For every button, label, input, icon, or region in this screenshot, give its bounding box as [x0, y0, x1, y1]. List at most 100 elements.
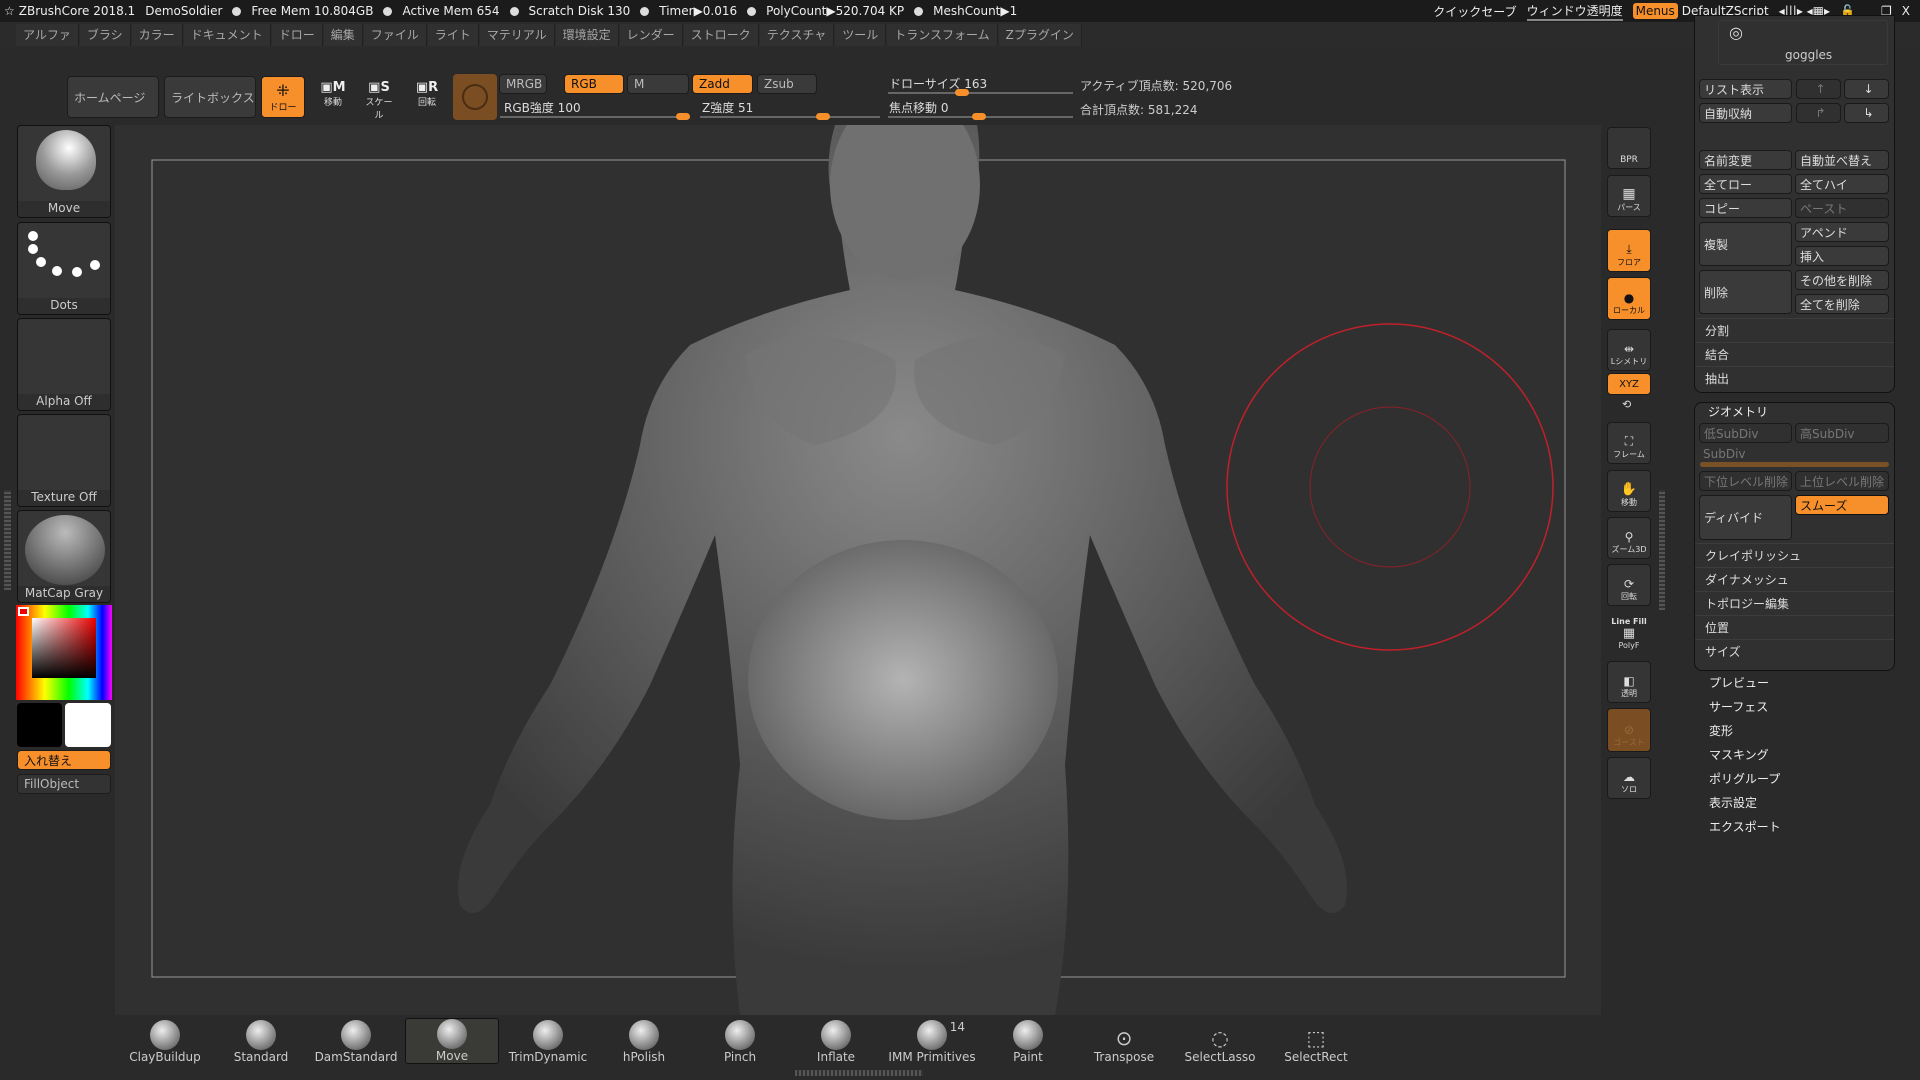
- menu-alpha[interactable]: アルファ: [16, 24, 79, 46]
- brush-damstandard[interactable]: DamStandard: [309, 1018, 403, 1064]
- menu-transform[interactable]: トランスフォーム: [887, 24, 998, 46]
- polyframe-button[interactable]: Line Fill ▦ PolyF: [1607, 611, 1651, 653]
- local-button[interactable]: ● ローカル: [1607, 277, 1651, 320]
- menu-color[interactable]: カラー: [131, 24, 183, 46]
- divide-button[interactable]: ディバイド: [1699, 495, 1792, 540]
- material-selector[interactable]: MatCap Gray: [17, 510, 111, 603]
- lsym-button[interactable]: ⇹ Lシメトリ: [1607, 329, 1651, 371]
- brush-selectlasso[interactable]: ◌ SelectLasso: [1173, 1018, 1267, 1064]
- dynamesh-menu[interactable]: ダイナメッシュ: [1695, 567, 1894, 591]
- geometry-title[interactable]: ジオメトリ: [1708, 403, 1768, 420]
- paste-button[interactable]: ペースト: [1795, 198, 1889, 218]
- all-low-button[interactable]: 全てロー: [1699, 174, 1792, 194]
- lightbox-button[interactable]: ライトボックス: [164, 76, 256, 118]
- move-out-button[interactable]: ↳: [1844, 103, 1889, 123]
- stroke-selector[interactable]: Dots: [17, 222, 111, 315]
- texture-selector[interactable]: Texture Off: [17, 414, 111, 507]
- zsub-button[interactable]: Zsub: [757, 74, 817, 94]
- move-up-button[interactable]: ↑: [1796, 79, 1841, 99]
- quicksave-button[interactable]: クイックセーブ: [1433, 3, 1516, 20]
- move-mode-button[interactable]: ▣M 移動: [318, 80, 348, 116]
- material-sphere-button[interactable]: [453, 74, 497, 120]
- delete-all-button[interactable]: 全てを削除: [1795, 294, 1889, 314]
- position-menu[interactable]: 位置: [1695, 615, 1894, 639]
- brush-imm-primitives[interactable]: IMM Primitives 14: [885, 1018, 979, 1064]
- list-view-button[interactable]: リスト表示: [1699, 79, 1792, 99]
- delete-lower-button[interactable]: 下位レベル削除: [1699, 471, 1792, 491]
- size-menu[interactable]: サイズ: [1695, 639, 1894, 663]
- zoom3d-button[interactable]: ⚲ ズーム3D: [1607, 517, 1651, 559]
- brush-selectrect[interactable]: ⬚ SelectRect: [1269, 1018, 1363, 1064]
- append-button[interactable]: アペンド: [1795, 222, 1889, 242]
- primary-color-swatch[interactable]: [17, 703, 62, 747]
- menu-preferences[interactable]: 環境設定: [555, 24, 619, 46]
- surface-menu[interactable]: サーフェス: [1695, 695, 1894, 719]
- delete-higher-button[interactable]: 上位レベル削除: [1795, 471, 1889, 491]
- brush-trimdynamic[interactable]: TrimDynamic: [501, 1018, 595, 1064]
- rotate-mode-button[interactable]: ▣R 回転: [412, 80, 442, 116]
- focal-shift-slider[interactable]: [888, 113, 1073, 120]
- auto-reorder-button[interactable]: 自動並べ替え: [1795, 150, 1889, 170]
- xyz-rotate-button[interactable]: XYZ: [1607, 373, 1651, 395]
- fill-object-button[interactable]: FillObject: [17, 774, 111, 794]
- brush-selector[interactable]: Move: [17, 125, 111, 218]
- ghost-button[interactable]: ⊘ ゴースト: [1607, 708, 1651, 752]
- subdiv-slider[interactable]: [1700, 462, 1889, 467]
- brush-move[interactable]: Move: [405, 1018, 499, 1064]
- right-tray-handle[interactable]: [1659, 490, 1665, 610]
- menu-document[interactable]: ドキュメント: [183, 24, 271, 46]
- solo-button[interactable]: ☁ ソロ: [1607, 757, 1651, 799]
- draw-size-slider[interactable]: [888, 89, 1073, 96]
- swap-colors-button[interactable]: 入れ替え: [17, 750, 111, 770]
- frame-button[interactable]: ⛶ フレーム: [1607, 422, 1651, 464]
- brush-transpose[interactable]: ⊙ Transpose: [1077, 1018, 1171, 1064]
- menu-draw[interactable]: ドロー: [271, 24, 323, 46]
- brush-standard[interactable]: Standard: [214, 1018, 308, 1064]
- move-view-button[interactable]: ✋ 移動: [1607, 470, 1651, 512]
- extract-menu[interactable]: 抽出: [1695, 366, 1894, 390]
- y-rotate-icon[interactable]: ⟲: [1622, 398, 1631, 411]
- merge-menu[interactable]: 結合: [1695, 342, 1894, 366]
- menu-edit[interactable]: 編集: [323, 24, 363, 46]
- rotate-view-button[interactable]: ⟳ 回転: [1607, 564, 1651, 606]
- rgb-button[interactable]: RGB: [564, 74, 624, 94]
- mrgb-button[interactable]: MRGB: [499, 74, 547, 94]
- move-down-button[interactable]: ↓: [1844, 79, 1889, 99]
- smooth-toggle[interactable]: スムーズ: [1795, 495, 1889, 515]
- m-button[interactable]: M: [627, 74, 689, 94]
- perspective-button[interactable]: ▦ パース: [1607, 175, 1651, 217]
- move-into-button[interactable]: ↱: [1796, 103, 1841, 123]
- split-menu[interactable]: 分割: [1695, 318, 1894, 342]
- rename-button[interactable]: 名前変更: [1699, 150, 1792, 170]
- delete-other-button[interactable]: その他を削除: [1795, 270, 1889, 290]
- secondary-color-swatch[interactable]: [65, 703, 111, 747]
- left-tray-handle[interactable]: [4, 490, 11, 590]
- menu-light[interactable]: ライト: [427, 24, 479, 46]
- bpr-button[interactable]: BPR: [1607, 127, 1651, 169]
- subtool-item[interactable]: ◎ goggles: [1718, 20, 1888, 65]
- menu-texture[interactable]: テクスチャ: [759, 24, 835, 46]
- export-menu[interactable]: エクスポート: [1695, 815, 1894, 839]
- rgb-intensity-slider[interactable]: [500, 113, 690, 120]
- brush-claybuildup[interactable]: ClayBuildup: [118, 1018, 212, 1064]
- polygroups-menu[interactable]: ポリグループ: [1695, 767, 1894, 791]
- delete-button[interactable]: 削除: [1699, 270, 1792, 314]
- menu-material[interactable]: マテリアル: [479, 24, 555, 46]
- brush-inflate[interactable]: Inflate: [789, 1018, 883, 1064]
- menu-brush[interactable]: ブラシ: [79, 24, 131, 46]
- copy-button[interactable]: コピー: [1699, 198, 1792, 218]
- masking-menu[interactable]: マスキング: [1695, 743, 1894, 767]
- brush-pinch[interactable]: Pinch: [693, 1018, 787, 1064]
- zadd-button[interactable]: Zadd: [692, 74, 753, 94]
- all-high-button[interactable]: 全てハイ: [1795, 174, 1889, 194]
- floor-button[interactable]: ⤓ フロア: [1607, 229, 1651, 272]
- color-picker[interactable]: [16, 605, 112, 700]
- scale-mode-button[interactable]: ▣S スケール: [362, 80, 396, 121]
- transparency-button[interactable]: ◧ 透明: [1607, 661, 1651, 703]
- brush-hpolish[interactable]: hPolish: [597, 1018, 691, 1064]
- close-icon[interactable]: X: [1902, 4, 1910, 18]
- alpha-selector[interactable]: Alpha Off: [17, 318, 111, 411]
- auto-collapse-button[interactable]: 自動収納: [1699, 103, 1792, 123]
- menu-zplugin[interactable]: Zプラグイン: [998, 24, 1082, 46]
- menu-tool[interactable]: ツール: [835, 24, 887, 46]
